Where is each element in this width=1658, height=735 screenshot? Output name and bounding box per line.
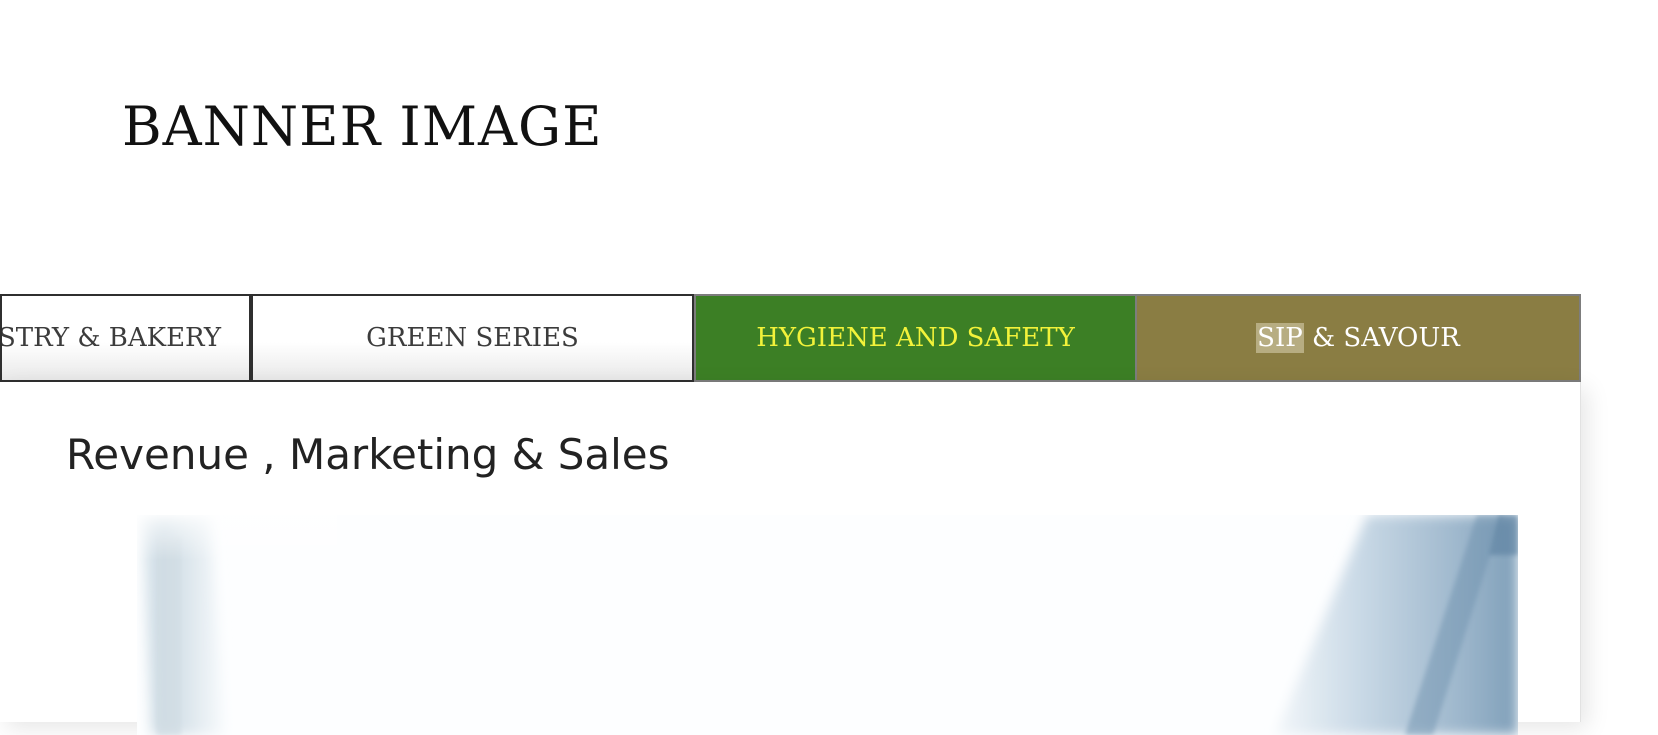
tab-pastry-bakery[interactable]: STRY & BAKERY: [0, 294, 251, 382]
tab-hygiene-and-safety[interactable]: HYGIENE AND SAFETY: [694, 294, 1137, 382]
banner-title: BANNER IMAGE: [122, 95, 603, 158]
category-tab-bar: STRY & BAKERY GREEN SERIES HYGIENE AND S…: [0, 294, 1581, 382]
tab-content-panel: Revenue , Marketing & Sales: [0, 382, 1581, 735]
tab-green-series[interactable]: GREEN SERIES: [251, 294, 694, 382]
tab-label: STRY & BAKERY: [0, 323, 221, 353]
text-selection-highlight: SIP: [1256, 323, 1304, 353]
feature-image: [137, 515, 1518, 735]
tab-label: GREEN SERIES: [366, 323, 579, 353]
feature-image-graphic: [137, 515, 1518, 735]
section-heading: Revenue , Marketing & Sales: [66, 430, 670, 479]
tab-label-rest: & SAVOUR: [1303, 323, 1460, 353]
tab-label: HYGIENE AND SAFETY: [756, 323, 1075, 353]
tab-sip-and-savour[interactable]: SIP & SAVOUR: [1137, 294, 1581, 382]
